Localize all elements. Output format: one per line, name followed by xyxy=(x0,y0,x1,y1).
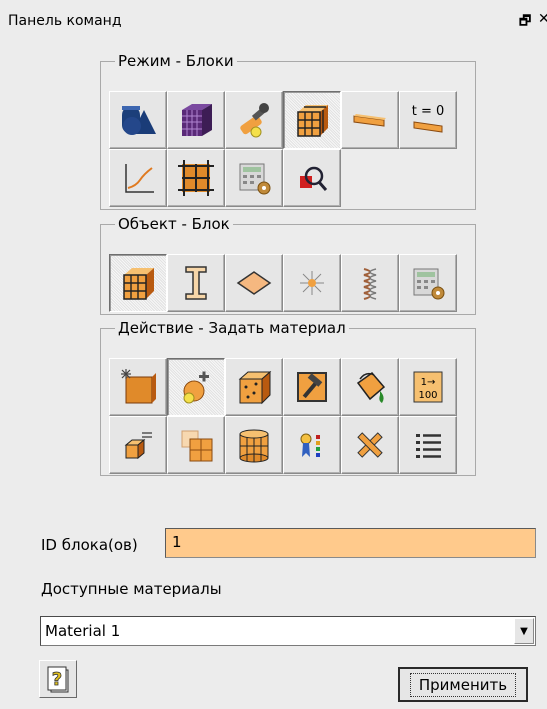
block-list-button[interactable] xyxy=(109,416,167,474)
calculator-settings-button-2[interactable] xyxy=(399,254,457,312)
restore-icon[interactable]: 🗗 xyxy=(519,12,531,34)
close-icon[interactable]: ✕ xyxy=(538,11,547,27)
tools-icon xyxy=(240,103,269,138)
block-id-label: ID блока(ов) xyxy=(41,536,138,554)
spring-object-button[interactable] xyxy=(341,254,399,312)
block-points-button[interactable] xyxy=(225,358,283,416)
block-cube-icon xyxy=(123,268,154,300)
chevron-down-icon[interactable]: ▼ xyxy=(514,618,534,644)
beam-icon xyxy=(185,266,207,300)
block-id-input[interactable]: 1 xyxy=(165,528,536,558)
initial-time-button[interactable]: t = 0 xyxy=(399,91,457,149)
svg-text:?: ? xyxy=(52,669,62,690)
geometry-icon xyxy=(122,106,156,135)
magnifier-button[interactable] xyxy=(283,149,341,207)
mode-group-legend: Режим - Блоки xyxy=(118,52,234,70)
new-material-icon xyxy=(121,369,156,404)
grid-blocks-icon xyxy=(178,160,214,196)
geometry-button[interactable] xyxy=(109,91,167,149)
panel-title: Панель команд xyxy=(8,13,122,29)
list-icon xyxy=(416,434,441,458)
magnifier-icon xyxy=(300,166,328,191)
hammer-icon xyxy=(297,372,327,402)
mesh-icon xyxy=(182,104,212,136)
title-bar: Панель команд 🗗 ✕ xyxy=(0,0,547,40)
calculator-settings-button[interactable] xyxy=(225,149,283,207)
graph-button[interactable] xyxy=(109,149,167,207)
surface-object-button[interactable] xyxy=(225,254,283,312)
paint-bucket-button[interactable] xyxy=(341,358,399,416)
block-points-icon xyxy=(238,370,272,405)
beam-object-button[interactable] xyxy=(167,254,225,312)
node-icon xyxy=(300,271,324,295)
block-object-button[interactable] xyxy=(109,254,167,312)
grid-blocks-button[interactable] xyxy=(167,149,225,207)
bar-element-button[interactable] xyxy=(341,91,399,149)
renumber-top-label: 1→ xyxy=(421,377,436,388)
delete-icon xyxy=(357,432,383,458)
blocks-button[interactable] xyxy=(283,91,341,149)
renumber-icon: 1→ 100 xyxy=(413,371,443,403)
calculator-settings-icon xyxy=(413,268,445,300)
material-select-value: Material 1 xyxy=(45,622,121,640)
graph-icon xyxy=(125,164,154,193)
block-list-icon xyxy=(124,432,152,460)
spring-icon xyxy=(363,268,377,300)
calculator-settings-icon xyxy=(239,163,271,195)
split-blocks-icon xyxy=(181,430,213,462)
material-select[interactable]: Material 1 ▼ xyxy=(40,616,536,646)
surface-icon xyxy=(236,271,272,295)
object-group: Объект - Блок xyxy=(100,216,476,315)
cylinder-icon xyxy=(239,429,269,463)
new-material-button[interactable] xyxy=(109,358,167,416)
apply-button[interactable]: Применить xyxy=(398,667,528,702)
mode-group: Режим - Блоки t = 0 xyxy=(100,53,476,210)
cylinder-button[interactable] xyxy=(225,416,283,474)
list-button[interactable] xyxy=(399,416,457,474)
color-legend-button[interactable] xyxy=(283,416,341,474)
node-object-button[interactable] xyxy=(283,254,341,312)
initial-time-label: t = 0 xyxy=(412,104,445,119)
color-legend-icon xyxy=(300,433,320,457)
tools-button[interactable] xyxy=(225,91,283,149)
delete-button[interactable] xyxy=(341,416,399,474)
assign-material-button[interactable] xyxy=(167,358,225,416)
paint-bucket-icon xyxy=(356,371,386,403)
action-group-legend: Действие - Задать материал xyxy=(118,319,346,337)
object-group-legend: Объект - Блок xyxy=(118,215,230,233)
split-blocks-button[interactable] xyxy=(167,416,225,474)
renumber-button[interactable]: 1→ 100 xyxy=(399,358,457,416)
bar-element-icon xyxy=(353,114,386,127)
initial-time-icon: t = 0 xyxy=(412,104,445,133)
help-button[interactable]: ? xyxy=(39,660,77,698)
apply-button-label: Применить xyxy=(409,672,517,697)
mesh-button[interactable] xyxy=(167,91,225,149)
renumber-bottom-label: 100 xyxy=(418,390,437,401)
hammer-button[interactable] xyxy=(283,358,341,416)
blocks-icon xyxy=(297,105,328,137)
action-group: Действие - Задать материал 1→ 100 xyxy=(100,320,476,476)
help-icon: ? xyxy=(47,666,69,693)
available-materials-label: Доступные материалы xyxy=(41,580,222,598)
assign-material-icon xyxy=(183,371,209,404)
